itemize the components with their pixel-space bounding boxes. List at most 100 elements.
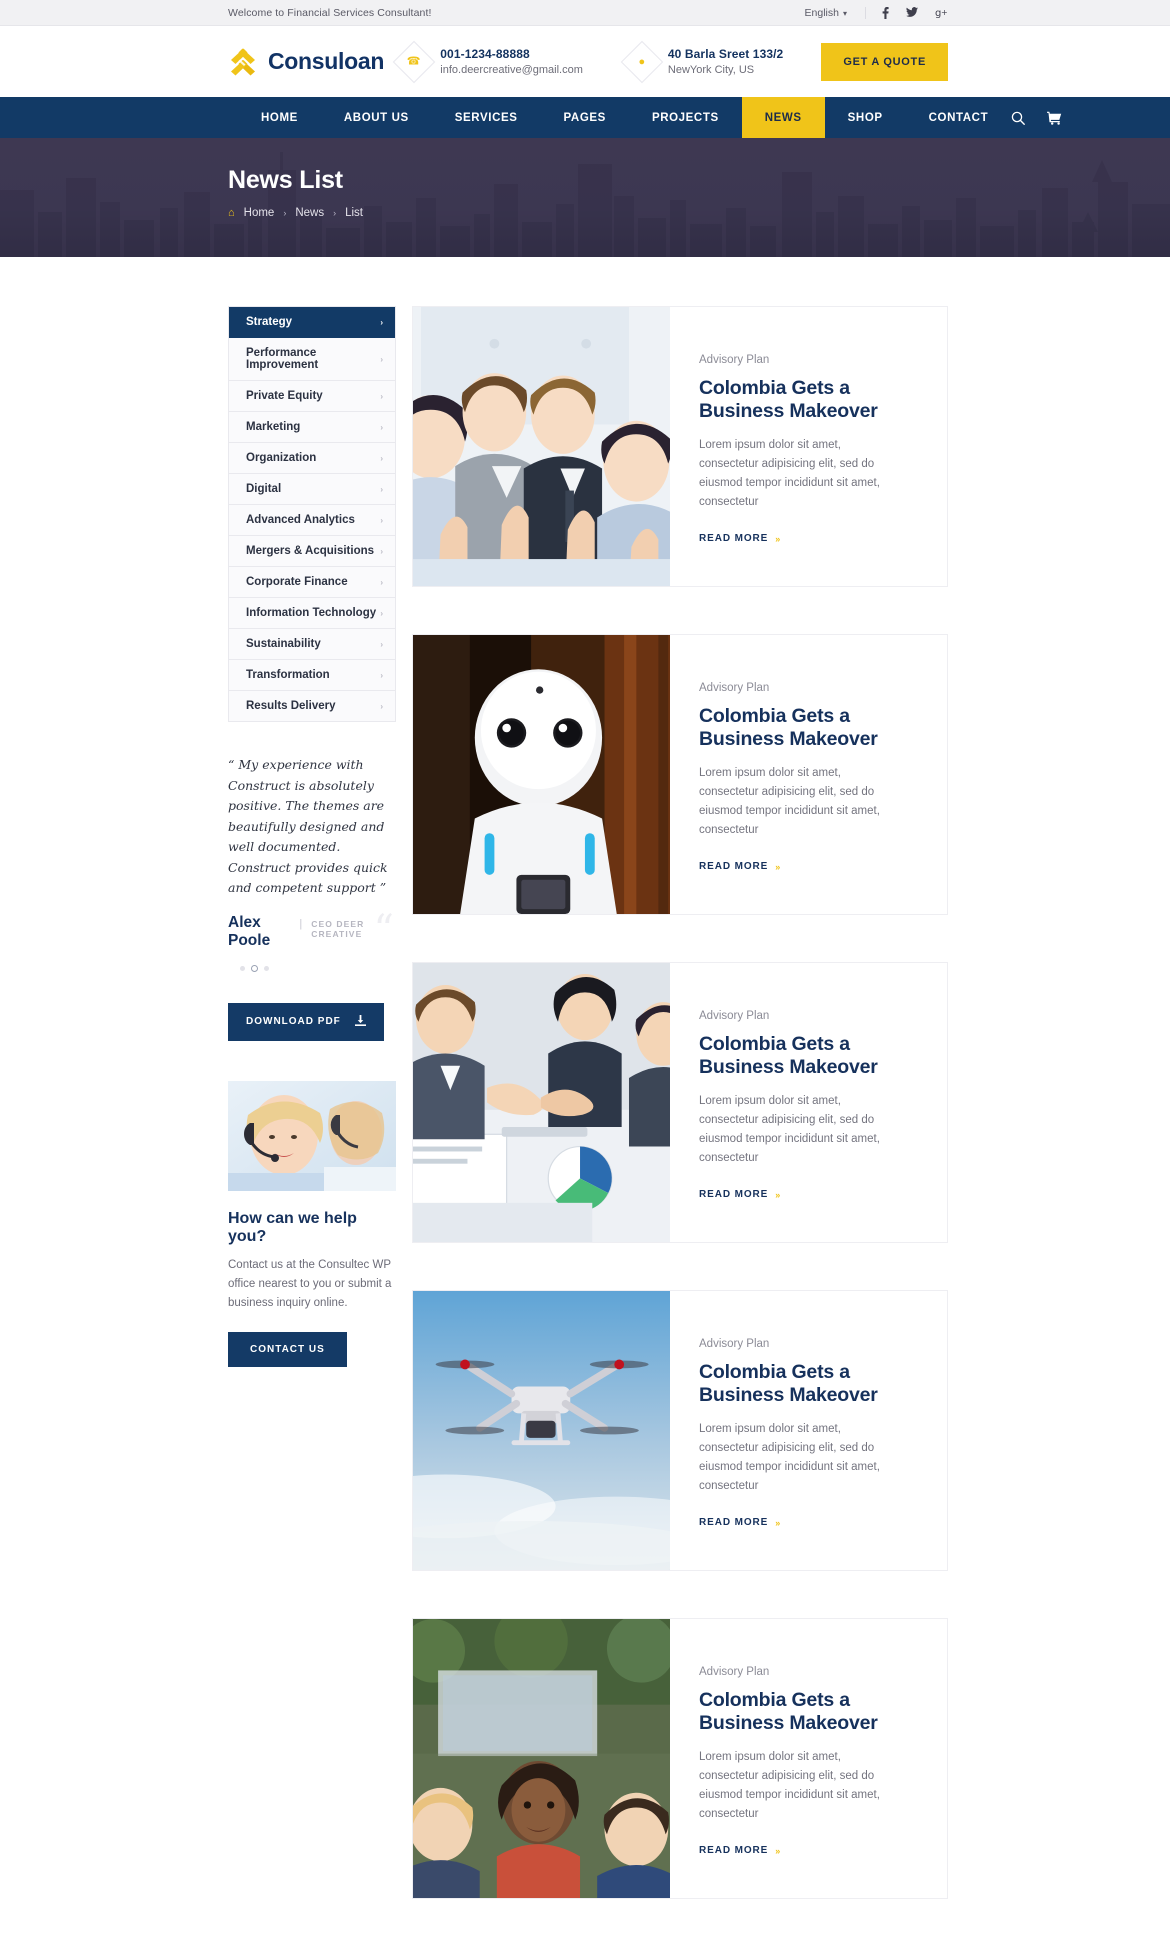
- news-card-title[interactable]: Colombia Gets a Business Makeover: [699, 705, 899, 751]
- nav-item-contact[interactable]: CONTACT: [906, 97, 1012, 138]
- news-card-title[interactable]: Colombia Gets a Business Makeover: [699, 377, 899, 423]
- nav-item-services[interactable]: SERVICES: [432, 97, 541, 138]
- news-card[interactable]: Advisory Plan Colombia Gets a Business M…: [412, 1290, 948, 1571]
- arrow-right-icon: »: [775, 1189, 782, 1200]
- read-more-link[interactable]: READ MORE »: [699, 861, 781, 872]
- map-pin-icon: ●: [620, 40, 664, 83]
- email-address[interactable]: info.deercreative@gmail.com: [440, 64, 583, 76]
- category-label: Advanced Analytics: [246, 514, 355, 526]
- sidebar-item-sustainability[interactable]: Sustainability ›: [229, 629, 395, 660]
- shopping-cart-icon[interactable]: [1047, 111, 1062, 125]
- sidebar-item-private-equity[interactable]: Private Equity ›: [229, 381, 395, 412]
- sidebar-item-information-technology[interactable]: Information Technology ›: [229, 598, 395, 629]
- read-more-label: READ MORE: [699, 1845, 769, 1856]
- sidebar-item-corporate-finance[interactable]: Corporate Finance ›: [229, 567, 395, 598]
- read-more-label: READ MORE: [699, 533, 769, 544]
- home-icon: ⌂: [228, 207, 235, 219]
- page-content: Strategy › Performance Improvement › Pri…: [0, 257, 1170, 1946]
- chevron-right-icon: ›: [380, 639, 383, 649]
- search-icon[interactable]: [1011, 111, 1026, 125]
- nav-item-home[interactable]: HOME: [238, 97, 321, 138]
- google-plus-icon[interactable]: g +: [935, 7, 948, 18]
- arrow-right-icon: »: [775, 533, 782, 544]
- brand-name: Consuloan: [268, 48, 385, 74]
- category-label: Sustainability: [246, 638, 321, 650]
- sidebar-item-strategy[interactable]: Strategy ›: [229, 307, 395, 338]
- help-description: Contact us at the Consultec WP office ne…: [228, 1258, 392, 1309]
- news-card-body: Advisory Plan Colombia Gets a Business M…: [670, 307, 947, 586]
- nav-item-shop[interactable]: SHOP: [825, 97, 906, 138]
- phone-number[interactable]: 001-1234-88888: [440, 47, 583, 61]
- nav-item-news[interactable]: NEWS: [741, 97, 825, 138]
- news-card-image: [413, 635, 670, 914]
- testimonial-dot[interactable]: [240, 965, 245, 971]
- nav-item-pages[interactable]: PAGES: [541, 97, 629, 138]
- nav-item-about-us[interactable]: ABOUT US: [321, 97, 432, 138]
- sidebar-item-results-delivery[interactable]: Results Delivery ›: [229, 691, 395, 721]
- testimonial-dot[interactable]: [264, 965, 269, 971]
- chevron-right-icon: ›: [380, 515, 383, 525]
- twitter-icon[interactable]: [906, 7, 918, 18]
- nav-item-projects[interactable]: PROJECTS: [629, 97, 742, 138]
- sidebar-item-organization[interactable]: Organization ›: [229, 443, 395, 474]
- news-card-category[interactable]: Advisory Plan: [699, 1010, 899, 1022]
- nav-actions: [1011, 97, 1062, 138]
- sidebar-item-performance-improvement[interactable]: Performance Improvement ›: [229, 338, 395, 381]
- nav-item-list: HOME ABOUT US SERVICES PAGES PROJECTS NE…: [238, 97, 1011, 138]
- breadcrumb-item-home[interactable]: Home: [244, 207, 275, 219]
- testimonial-pagination[interactable]: [228, 964, 396, 972]
- category-label: Transformation: [246, 669, 330, 681]
- header-phone-block: ☎ 001-1234-88888 info.deercreative@gmail…: [393, 40, 583, 83]
- brand-logo[interactable]: Consuloan: [228, 47, 384, 77]
- read-more-link[interactable]: READ MORE »: [699, 1845, 781, 1856]
- news-card[interactable]: Advisory Plan Colombia Gets a Business M…: [412, 306, 948, 587]
- arrow-right-icon: »: [775, 1845, 782, 1856]
- sidebar-item-marketing[interactable]: Marketing ›: [229, 412, 395, 443]
- language-selector[interactable]: English ▾: [804, 6, 866, 19]
- news-card-description: Lorem ipsum dolor sit amet, consectetur …: [699, 439, 880, 508]
- testimonial-author-role: CEO DEER CREATIVE: [311, 918, 365, 939]
- call-center-image: [228, 1080, 396, 1191]
- sidebar-item-mergers-acquisitions[interactable]: Mergers & Acquisitions ›: [229, 536, 395, 567]
- news-card-category[interactable]: Advisory Plan: [699, 1666, 899, 1678]
- contact-us-button[interactable]: CONTACT US: [228, 1331, 347, 1367]
- breadcrumb-item-news[interactable]: News: [295, 207, 324, 219]
- chevron-right-icon: ›: [380, 453, 383, 463]
- facebook-icon[interactable]: [882, 6, 889, 19]
- news-card-body: Advisory Plan Colombia Gets a Business M…: [670, 1619, 947, 1898]
- read-more-label: READ MORE: [699, 861, 769, 872]
- news-card[interactable]: Advisory Plan Colombia Gets a Business M…: [412, 962, 948, 1243]
- news-card-category[interactable]: Advisory Plan: [699, 1338, 899, 1350]
- news-card-description: Lorem ipsum dolor sit amet, consectetur …: [699, 1095, 880, 1164]
- sidebar-item-digital[interactable]: Digital ›: [229, 474, 395, 505]
- language-label: English: [804, 6, 839, 19]
- news-card-title[interactable]: Colombia Gets a Business Makeover: [699, 1033, 899, 1079]
- get-a-quote-button[interactable]: GET A QUOTE: [821, 42, 948, 81]
- chevron-right-icon: ›: [380, 608, 383, 618]
- top-bar: Welcome to Financial Services Consultant…: [0, 0, 1170, 26]
- svg-text:+: +: [941, 8, 948, 17]
- news-card[interactable]: Advisory Plan Colombia Gets a Business M…: [412, 634, 948, 915]
- testimonial-dot-active[interactable]: [251, 964, 258, 972]
- news-card-description: Lorem ipsum dolor sit amet, consectetur …: [699, 767, 880, 836]
- news-card[interactable]: Advisory Plan Colombia Gets a Business M…: [412, 1618, 948, 1899]
- testimonial-quote: “ My experience with Construct is absolu…: [228, 757, 388, 895]
- address-line-2: NewYork City, US: [667, 64, 755, 76]
- news-card-category[interactable]: Advisory Plan: [699, 682, 899, 694]
- news-card-category[interactable]: Advisory Plan: [699, 354, 899, 366]
- sidebar-item-advanced-analytics[interactable]: Advanced Analytics ›: [229, 505, 395, 536]
- read-more-link[interactable]: READ MORE »: [699, 533, 781, 544]
- download-pdf-button[interactable]: DOWNLOAD PDF: [228, 1002, 384, 1041]
- category-label: Private Equity: [246, 390, 323, 402]
- consuloan-logo-icon: [228, 47, 258, 77]
- news-card-title[interactable]: Colombia Gets a Business Makeover: [699, 1361, 899, 1407]
- read-more-link[interactable]: READ MORE »: [699, 1189, 781, 1200]
- sidebar-item-transformation[interactable]: Transformation ›: [229, 660, 395, 691]
- page-root: Welcome to Financial Services Consultant…: [0, 0, 1170, 1946]
- hero-content: News List ⌂ Home › News › List: [0, 138, 1170, 219]
- chevron-right-icon: ›: [380, 354, 383, 364]
- news-card-title[interactable]: Colombia Gets a Business Makeover: [699, 1689, 899, 1735]
- arrow-right-icon: »: [775, 861, 782, 872]
- read-more-link[interactable]: READ MORE »: [699, 1517, 781, 1528]
- category-label: Mergers & Acquisitions: [246, 545, 375, 557]
